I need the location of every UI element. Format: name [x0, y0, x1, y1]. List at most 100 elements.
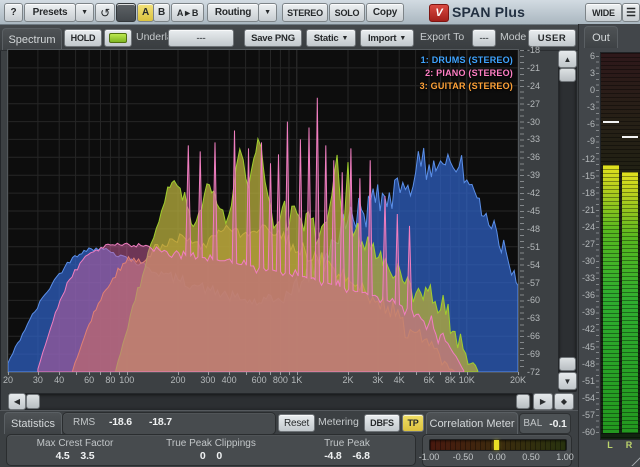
copy-button[interactable]: Copy — [366, 3, 404, 22]
hold-led-button[interactable] — [104, 29, 132, 47]
tab-statistics[interactable]: Statistics — [4, 412, 62, 434]
spectrum-display[interactable]: 1: DRUMS (STEREO)2: PIANO (STEREO)3: GUI… — [8, 50, 518, 372]
freq-tick — [246, 372, 247, 375]
bal-value: -0.1 — [549, 418, 566, 430]
level-bar-l — [603, 165, 619, 433]
db-tick-label: -45 — [527, 206, 540, 216]
db-tick-label: -57 — [527, 278, 540, 288]
undo-icon[interactable]: ↺ — [95, 3, 115, 22]
vertical-scroll-thumb-top[interactable] — [559, 68, 576, 82]
routing-dropdown-icon[interactable]: ▼ — [258, 3, 277, 22]
solo-button[interactable]: SOLO — [329, 3, 365, 22]
level-bar-r — [622, 172, 638, 433]
fit-view-icon[interactable]: ◆ — [554, 393, 574, 410]
reset-button[interactable]: Reset — [278, 414, 315, 432]
out-db-label: -18 — [579, 188, 595, 198]
tp-button[interactable]: TP — [402, 414, 424, 432]
metering-label: Metering — [318, 414, 359, 430]
db-tick-label: -48 — [527, 224, 540, 234]
import-button[interactable]: Import▼ — [360, 29, 414, 47]
tab-out[interactable]: Out — [584, 26, 618, 48]
freq-tick — [399, 372, 400, 375]
ab-select-b-button[interactable]: B — [153, 3, 170, 22]
app-title: SPAN Plus — [452, 4, 525, 20]
db-tick-label: -39 — [527, 170, 540, 180]
correlation-marker-icon — [494, 440, 499, 450]
meter-segments — [603, 165, 619, 433]
dbfs-button[interactable]: DBFS — [364, 414, 400, 432]
legend-item: 3: GUITAR (STEREO) — [420, 80, 513, 93]
horizontal-scrollbar[interactable] — [8, 393, 533, 410]
out-db-label: -15 — [579, 171, 595, 181]
db-tick-label: -69 — [527, 349, 540, 359]
freq-tick — [416, 372, 417, 375]
freq-tick — [440, 372, 441, 375]
out-db-label: -48 — [579, 359, 595, 369]
routing-button[interactable]: Routing — [207, 3, 259, 22]
title-bar: ? Presets ▼ ↺ A B A►B Routing ▼ STEREO S… — [0, 0, 640, 25]
hold-button[interactable]: HOLD — [64, 29, 102, 47]
tab-spectrum[interactable]: Spectrum — [2, 28, 62, 50]
spectrum-plot — [8, 50, 518, 372]
correlation-tick-label: -1.00 — [419, 452, 440, 462]
scroll-right-icon[interactable]: ▶ — [533, 393, 553, 410]
spectrum-legend: 1: DRUMS (STEREO)2: PIANO (STEREO)3: GUI… — [420, 54, 513, 93]
stat-group: True Peak-4.8 -6.8 — [279, 435, 415, 465]
presets-button[interactable]: Presets — [24, 3, 76, 22]
peak-mark-r — [622, 136, 638, 138]
balance-readout: BAL -0.1 — [519, 413, 571, 434]
output-level-meter[interactable] — [600, 52, 640, 440]
vertical-scroll-thumb-bottom[interactable] — [559, 357, 576, 371]
a-to-b-copy-button[interactable]: A►B — [171, 3, 204, 22]
tab-correlation-meter[interactable]: Correlation Meter — [426, 412, 518, 434]
scroll-down-icon[interactable]: ▼ — [558, 372, 577, 390]
freq-tick — [259, 372, 260, 375]
legend-item: 2: PIANO (STEREO) — [420, 67, 513, 80]
db-tick-label: -60 — [527, 295, 540, 305]
export-to-value-button[interactable]: --- — [472, 29, 496, 47]
presets-dropdown-icon[interactable]: ▼ — [75, 3, 94, 22]
out-db-label: -36 — [579, 290, 595, 300]
out-db-label: -39 — [579, 307, 595, 317]
correlation-tick-label: 1.00 — [556, 452, 574, 462]
color-swatch-button[interactable] — [116, 3, 136, 22]
horizontal-scroll-thumb-right[interactable] — [516, 394, 530, 409]
stat-label: True Peak — [279, 437, 415, 450]
db-tick-label: -54 — [527, 260, 540, 270]
channel-label-r: R — [621, 440, 637, 450]
freq-tick-label: 1K — [283, 375, 311, 385]
horizontal-scroll-thumb-left[interactable] — [26, 394, 40, 409]
help-button[interactable]: ? — [4, 3, 23, 22]
freq-tick-label: 2K — [334, 375, 362, 385]
ab-select-a-button[interactable]: A — [137, 3, 154, 22]
underlay-value-button[interactable]: --- — [168, 29, 234, 47]
vertical-scrollbar[interactable] — [558, 50, 577, 392]
stat-values: 4.5 3.5 — [7, 450, 143, 463]
static-mode-button[interactable]: Static▼ — [306, 29, 356, 47]
db-tick-label: -66 — [527, 331, 540, 341]
out-db-label: -3 — [579, 102, 595, 112]
scroll-up-icon[interactable]: ▲ — [558, 50, 577, 68]
wide-button[interactable]: WIDE — [585, 3, 622, 22]
menu-icon[interactable]: ☰ — [622, 3, 640, 22]
freq-tick-label: 100 — [113, 375, 141, 385]
db-tick-label: -30 — [527, 117, 540, 127]
out-db-label: -9 — [579, 136, 595, 146]
out-db-label: -24 — [579, 222, 595, 232]
db-tick-label: -36 — [527, 152, 540, 162]
out-db-label: -51 — [579, 376, 595, 386]
stereo-button[interactable]: STEREO — [282, 3, 328, 22]
resize-grip[interactable] — [625, 451, 640, 466]
correlation-tick-label: -0.50 — [453, 452, 474, 462]
export-to-label: Export To — [420, 29, 464, 45]
freq-tick — [467, 372, 468, 375]
static-label: Static — [314, 33, 339, 44]
freq-tick-label: 20 — [0, 375, 22, 385]
db-tick-label: -51 — [527, 242, 540, 252]
out-db-label: 6 — [579, 51, 595, 61]
db-tick-label: -42 — [527, 188, 540, 198]
import-label: Import — [368, 33, 396, 44]
save-png-button[interactable]: Save PNG — [244, 29, 302, 47]
scroll-left-icon[interactable]: ◀ — [8, 393, 26, 410]
db-tick-label: -24 — [527, 81, 540, 91]
